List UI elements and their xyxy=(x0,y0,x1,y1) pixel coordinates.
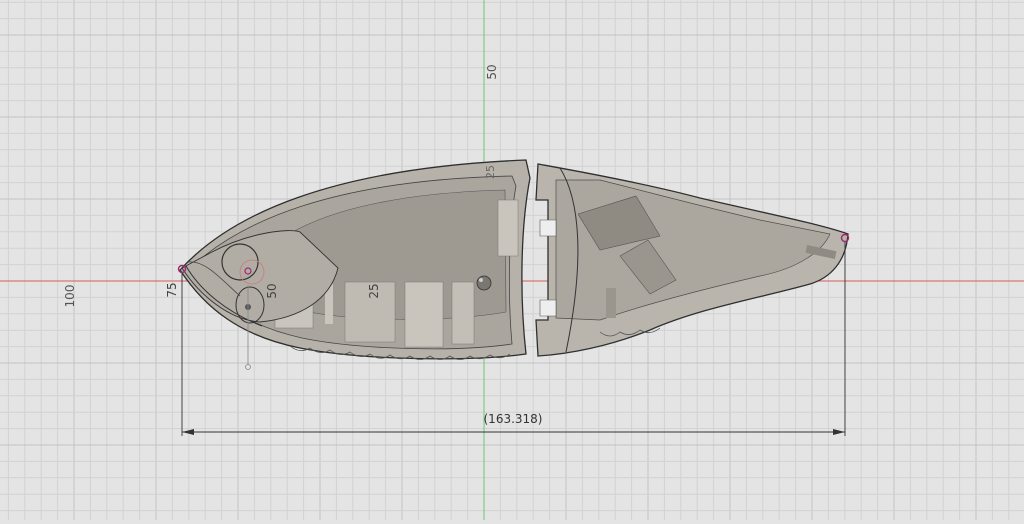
compartment-3 xyxy=(404,281,444,348)
design-canvas[interactable]: 50 100 75 25 50 25 (163.318) xyxy=(0,0,1024,520)
compartment-5 xyxy=(497,199,519,257)
dimension-label-75: 75 xyxy=(165,282,179,297)
construction-point[interactable] xyxy=(245,364,251,370)
lure-rear-half[interactable] xyxy=(535,163,850,357)
dimension-label-25: 25 xyxy=(367,283,381,298)
dimension-label-100: 100 xyxy=(63,285,77,308)
dimension-label-50-left: 50 xyxy=(265,283,279,298)
center-pin-highlight xyxy=(479,278,483,282)
rear-rib xyxy=(606,288,616,318)
cad-viewport[interactable]: 50 100 75 25 50 25 (163.318) xyxy=(0,0,1024,520)
compartment-4 xyxy=(451,281,475,345)
axis-label-50: 50 xyxy=(485,64,499,79)
lure-front-half[interactable]: 25 50 25 xyxy=(179,159,531,370)
dimension-label-25-upper: 25 xyxy=(484,165,497,179)
arrow-left xyxy=(182,429,194,435)
arrow-right xyxy=(833,429,845,435)
overall-length-label[interactable]: (163.318) xyxy=(484,412,543,426)
center-pin[interactable] xyxy=(476,275,492,291)
